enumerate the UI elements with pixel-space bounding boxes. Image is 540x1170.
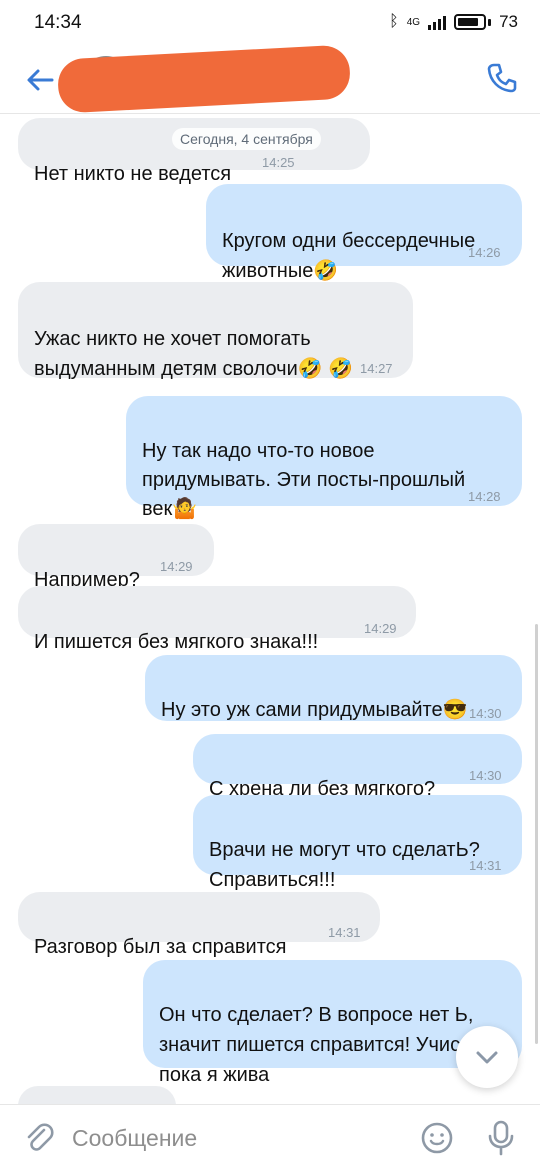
message-time: 14:31 bbox=[328, 925, 361, 940]
shrug-emoji: 🤷 bbox=[172, 498, 198, 520]
message-outgoing[interactable]: Ну так надо что-то новое придумывать. Эт… bbox=[126, 396, 522, 520]
smiley-icon bbox=[421, 1122, 453, 1154]
message-incoming[interactable]: Разговор был за справится 14:31 bbox=[18, 892, 380, 958]
message-text: Ужас никто не хочет помогать выдуманным … bbox=[34, 328, 354, 380]
message-time: 14:30 bbox=[469, 706, 502, 721]
battery-icon bbox=[454, 14, 487, 30]
paperclip-icon bbox=[27, 1123, 54, 1151]
status-bar: 14:34 ᛒ 4G 73 bbox=[0, 0, 540, 48]
message-time: 14:27 bbox=[360, 361, 393, 376]
signal-icon bbox=[428, 14, 447, 30]
message-text: Врачи не могут что сделатЬ? Справиться!!… bbox=[209, 839, 480, 891]
redaction-scribble bbox=[56, 44, 352, 114]
message-time: 14:28 bbox=[468, 489, 501, 504]
date-divider: Сегодня, 4 сентября bbox=[172, 128, 321, 150]
message-text: Ну это уж сами придумывайте😎 bbox=[161, 699, 468, 721]
attach-button[interactable] bbox=[22, 1121, 56, 1155]
message-text: Ну так надо что-то новое придумывать. Эт… bbox=[142, 440, 466, 520]
phone-icon bbox=[487, 63, 517, 93]
rofl-emoji: 🤣 bbox=[313, 260, 339, 282]
battery-level: 73 bbox=[499, 12, 518, 31]
microphone-icon bbox=[488, 1120, 514, 1156]
back-arrow-icon bbox=[27, 69, 54, 91]
message-time: 14:29 bbox=[364, 621, 397, 636]
message-outgoing[interactable]: Кругом одни бессердечные животные🤣 14:26 bbox=[206, 184, 522, 282]
voice-message-button[interactable] bbox=[484, 1119, 518, 1157]
message-text: И пишется без мягкого знака!!! bbox=[34, 631, 319, 653]
battery-cap bbox=[488, 18, 492, 26]
message-time: 14:25 bbox=[262, 155, 295, 170]
call-button[interactable] bbox=[484, 60, 520, 96]
chevron-down-icon bbox=[476, 1051, 498, 1064]
message-incoming[interactable]: Например? 14:29 bbox=[18, 524, 214, 591]
back-button[interactable] bbox=[22, 62, 58, 98]
message-outgoing[interactable]: Ну это уж сами придумывайте😎 14:30 bbox=[145, 655, 522, 721]
chat-header: online bbox=[0, 44, 540, 114]
rofl-emoji: 🤣 🤣 bbox=[297, 358, 354, 380]
status-time: 14:34 bbox=[34, 12, 82, 33]
network-type: 4G bbox=[406, 16, 421, 28]
message-time: 14:26 bbox=[468, 245, 501, 260]
sunglasses-emoji: 😎 bbox=[442, 699, 468, 721]
scroll-down-button[interactable] bbox=[456, 1026, 518, 1088]
message-text: Кругом одни бессердечные животные🤣 bbox=[222, 230, 476, 282]
message-outgoing[interactable]: С хрена ли без мягкого? 14:30 bbox=[193, 734, 522, 800]
message-text: Разговор был за справится bbox=[34, 936, 287, 958]
message-incoming-partial[interactable] bbox=[18, 1086, 176, 1104]
message-incoming[interactable]: И пишется без мягкого знака!!! 14:29 bbox=[18, 586, 416, 653]
message-incoming[interactable]: Ужас никто не хочет помогать выдуманным … bbox=[18, 282, 413, 380]
status-icons: ᛒ 4G 73 bbox=[389, 12, 518, 32]
message-input[interactable] bbox=[72, 1117, 402, 1159]
emoji-button[interactable] bbox=[420, 1121, 454, 1155]
message-time: 14:29 bbox=[160, 559, 193, 574]
composer-bar bbox=[0, 1104, 540, 1170]
message-time: 14:30 bbox=[469, 768, 502, 783]
message-text: Он что сделает? В вопросе нет Ь, значит … bbox=[159, 1004, 474, 1086]
bluetooth-icon: ᛒ bbox=[389, 13, 399, 30]
message-outgoing[interactable]: Врачи не могут что сделатЬ? Справиться!!… bbox=[193, 795, 522, 891]
scrollbar[interactable] bbox=[535, 624, 538, 1044]
message-time: 14:31 bbox=[469, 858, 502, 873]
message-list[interactable]: Нет никто не ведется 14:25 Сегодня, 4 се… bbox=[0, 114, 540, 1104]
